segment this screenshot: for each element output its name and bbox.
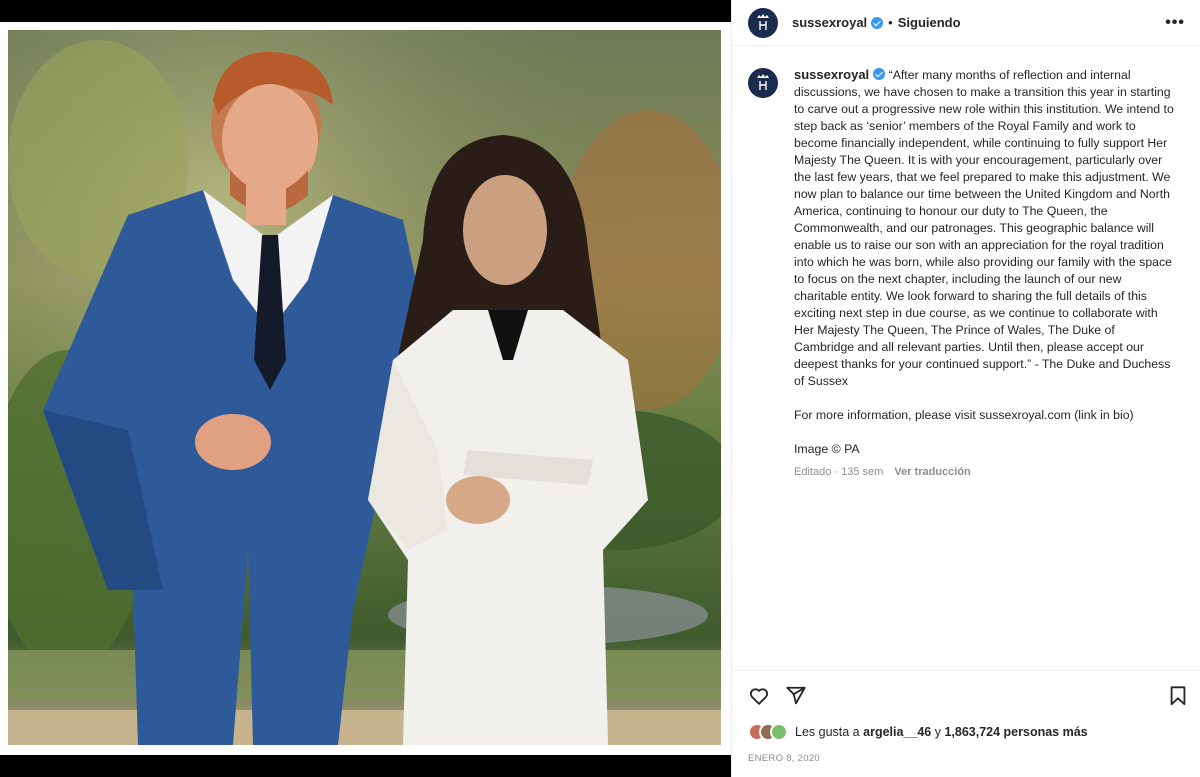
likes-conjunction: y [934, 725, 941, 739]
likes-count[interactable]: 1,863,724 personas más [944, 725, 1087, 739]
couple-photo-illustration [8, 30, 721, 745]
royal-monogram-icon [757, 74, 769, 90]
profile-avatar[interactable] [748, 7, 778, 38]
post-caption: sussexroyal “After many months of reflec… [748, 66, 1188, 481]
liked-by-username[interactable]: argelia__46 [863, 725, 931, 739]
ellipsis-icon[interactable]: ••• [1165, 14, 1185, 32]
caption-avatar[interactable] [748, 68, 778, 98]
top-letterbox [0, 0, 731, 22]
bottom-letterbox [0, 755, 731, 777]
royal-monogram-icon [757, 13, 769, 30]
post-header: sussexroyal • Siguiendo ••• [732, 0, 1200, 46]
likes-summary: Les gusta a argelia__46 y 1,863,724 pers… [748, 723, 1088, 741]
header-username[interactable]: sussexroyal [792, 15, 867, 30]
verified-badge-icon [873, 68, 886, 80]
bookmark-icon[interactable] [1167, 685, 1189, 707]
caption-text: “After many months of reflection and int… [794, 68, 1178, 388]
caption-body: sussexroyal “After many months of reflec… [794, 66, 1174, 481]
caption-username[interactable]: sussexroyal [794, 67, 869, 82]
post-actions: Les gusta a argelia__46 y 1,863,724 pers… [732, 670, 1200, 777]
liker-avatar[interactable] [770, 723, 788, 741]
likes-text: Les gusta a argelia__46 y 1,863,724 pers… [795, 725, 1088, 739]
following-button[interactable]: Siguiendo [898, 15, 961, 30]
heart-icon[interactable] [748, 685, 770, 707]
edited-timestamp: Editado · 135 sem [794, 466, 884, 478]
post-date[interactable]: ENERO 8, 2020 [748, 753, 820, 764]
paper-plane-icon[interactable] [785, 685, 807, 707]
instagram-post-window: sussexroyal • Siguiendo ••• sussexroyal … [0, 0, 1200, 777]
verified-badge-icon [871, 16, 884, 29]
separator-dot: • [888, 15, 893, 30]
post-sidebar: sussexroyal • Siguiendo ••• sussexroyal … [731, 0, 1200, 777]
see-translation-button[interactable]: Ver traducción [894, 466, 970, 478]
caption-paragraph: sussexroyal “After many months of reflec… [794, 66, 1174, 390]
likes-prefix: Les gusta a [795, 725, 860, 739]
post-photo[interactable] [8, 30, 721, 745]
caption-image-credit: Image © PA [794, 442, 860, 456]
post-image-area[interactable] [0, 22, 731, 755]
caption-meta: Editado · 135 sem Ver traducción [794, 464, 1174, 481]
caption-more-info: For more information, please visit susse… [794, 408, 1134, 422]
